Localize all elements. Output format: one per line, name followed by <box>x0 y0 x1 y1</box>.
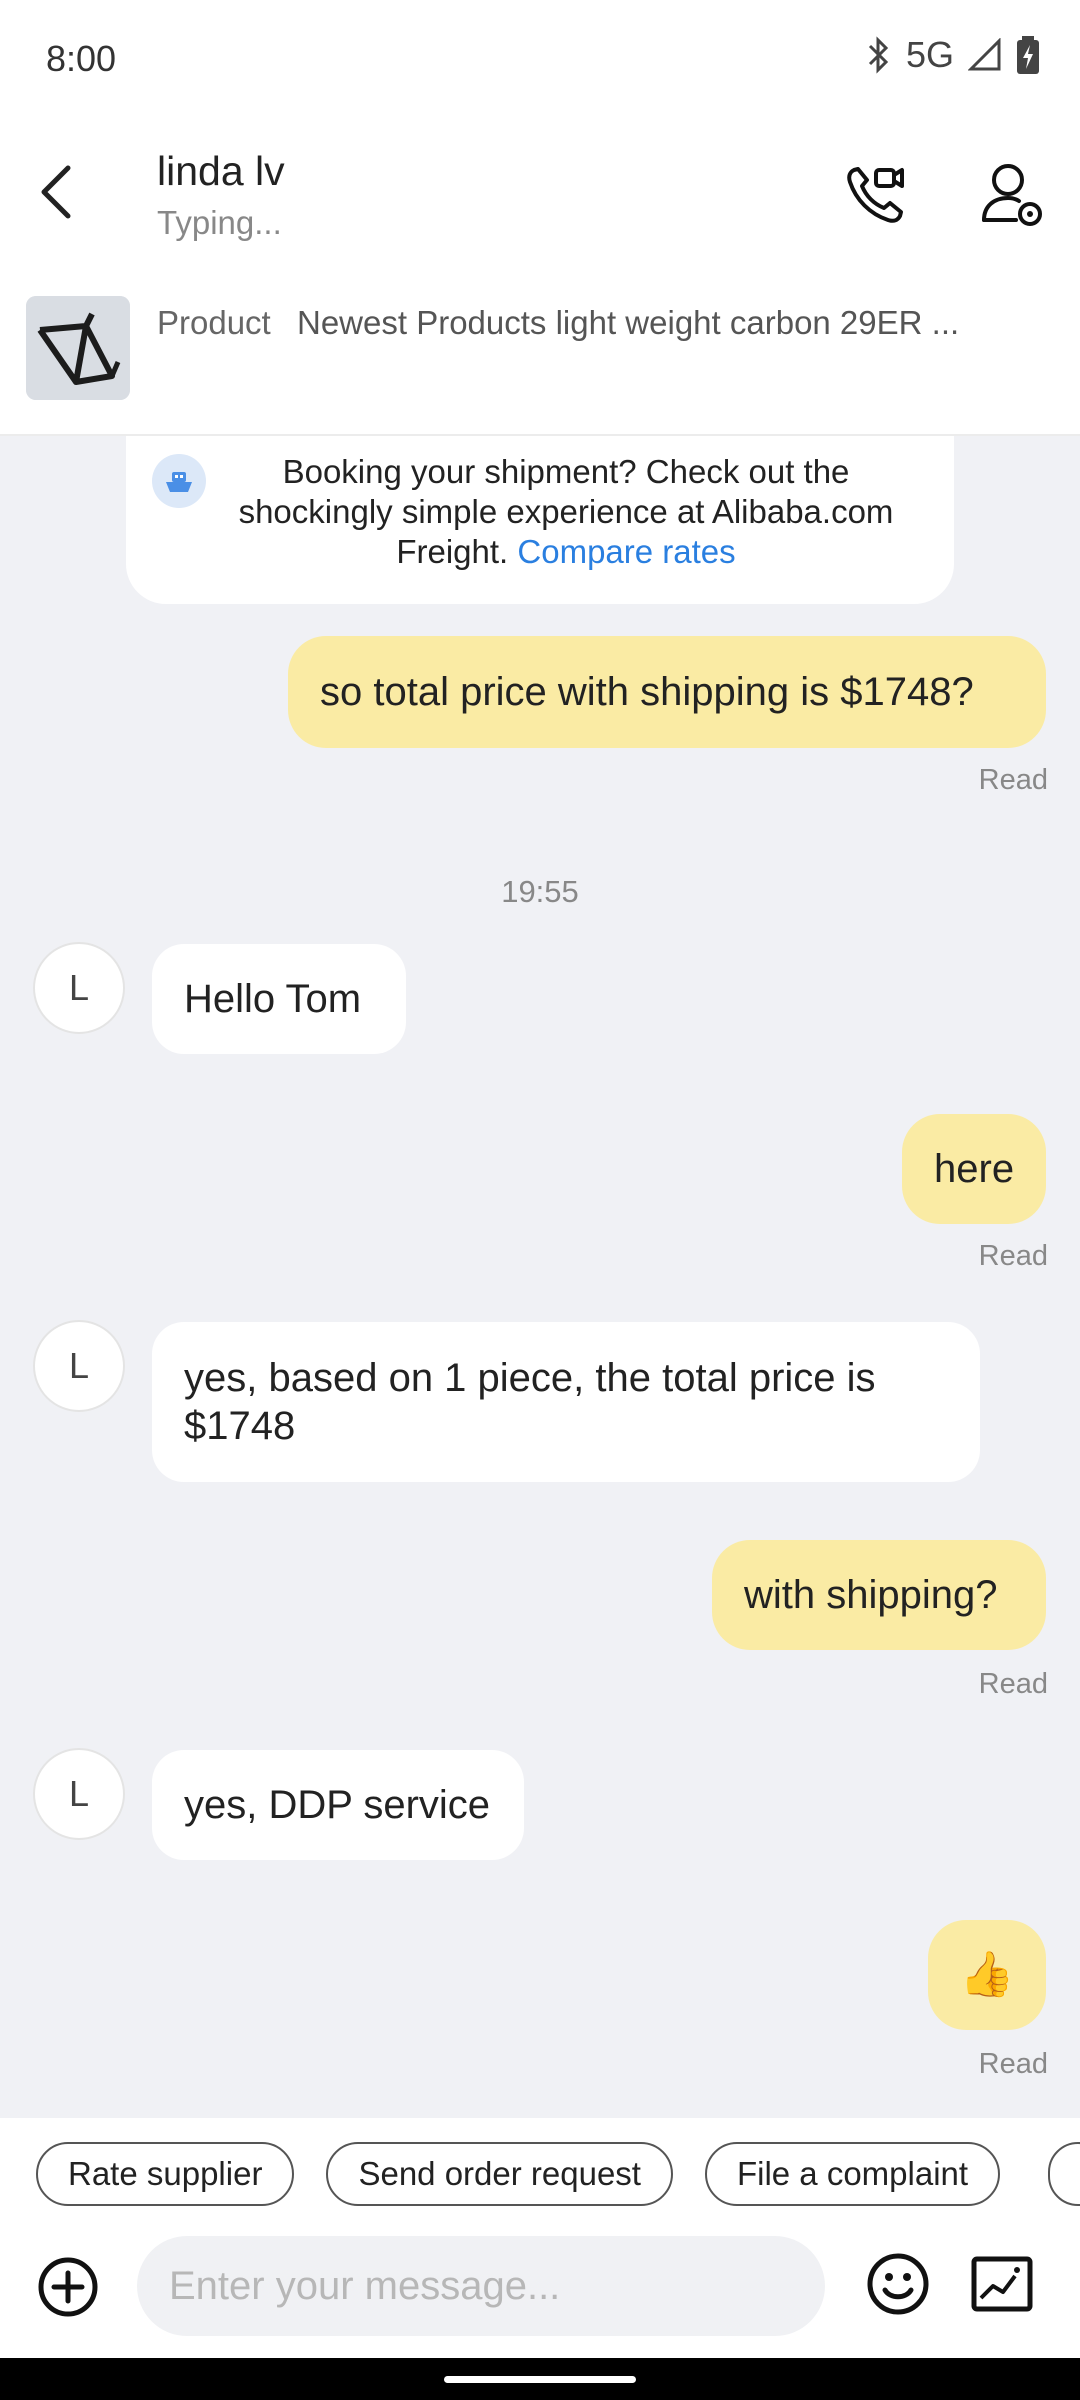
incoming-message[interactable]: yes, DDP service <box>152 1750 524 1860</box>
message-input[interactable] <box>137 2236 825 2336</box>
outgoing-message[interactable]: with shipping? <box>712 1540 1046 1650</box>
contact-status: Typing... <box>157 204 282 241</box>
image-button[interactable] <box>964 2248 1040 2320</box>
bike-frame-image <box>26 296 130 400</box>
contact-name[interactable]: linda lv <box>157 148 285 195</box>
incoming-message[interactable]: Hello Tom <box>152 944 406 1054</box>
message-text: with shipping? <box>744 1573 998 1617</box>
quick-actions: Rate supplier Send order request File a … <box>36 2142 1001 2206</box>
compare-rates-link[interactable]: Compare rates <box>517 533 735 570</box>
freight-promo-card: Booking your shipment? Check out the sho… <box>126 436 954 604</box>
back-arrow-icon <box>41 165 71 219</box>
read-receipt: Read <box>978 1240 1048 1272</box>
incoming-message[interactable]: yes, based on 1 piece, the total price i… <box>152 1322 980 1482</box>
battery-icon <box>1017 36 1039 74</box>
status-icons: 5G <box>866 34 1040 76</box>
ship-icon <box>152 454 206 508</box>
video-call-button[interactable] <box>836 154 916 234</box>
chat-screen: 8:00 5G linda lv Typing... Product Newes… <box>0 0 1080 2400</box>
bluetooth-icon <box>868 36 889 74</box>
message-text: here <box>934 1147 1015 1191</box>
outgoing-message[interactable]: here <box>902 1114 1046 1224</box>
sender-avatar[interactable]: L <box>33 1320 125 1412</box>
message-timestamp: 19:55 <box>501 874 579 909</box>
back-button[interactable] <box>24 160 88 224</box>
thumbs-up-emoji: 👍 <box>959 1950 1015 1999</box>
sender-avatar[interactable]: L <box>33 942 125 1034</box>
message-text: yes, based on 1 piece, the total price i… <box>184 1356 876 1448</box>
smiley-icon <box>867 2253 929 2315</box>
chat-header: linda lv Typing... <box>0 118 1080 268</box>
message-text: yes, DDP service <box>184 1783 491 1827</box>
emoji-button[interactable] <box>862 2248 934 2320</box>
product-bar[interactable]: Product Newest Products light weight car… <box>0 268 1080 436</box>
freight-promo-text: Booking your shipment? Check out the sho… <box>226 452 906 572</box>
file-complaint-chip[interactable]: File a complaint <box>704 2142 1001 2206</box>
product-label: Product <box>157 304 271 341</box>
sender-avatar[interactable]: L <box>33 1748 125 1840</box>
status-bar: 8:00 5G <box>0 0 1080 118</box>
read-receipt: Read <box>978 1668 1048 1700</box>
signal-icon <box>968 38 1001 71</box>
system-nav-bar <box>0 2358 1080 2400</box>
composer-area: Rate supplier Send order request File a … <box>0 2118 1080 2358</box>
product-title[interactable]: Newest Products light weight carbon 29ER… <box>297 304 987 342</box>
more-quick-action-chip[interactable] <box>1048 2142 1080 2206</box>
product-thumbnail[interactable] <box>26 296 130 400</box>
message-text: so total price with shipping is $1748? <box>320 670 974 714</box>
read-receipt: Read <box>978 2048 1048 2080</box>
image-icon <box>971 2256 1033 2312</box>
contact-profile-button[interactable] <box>972 154 1052 234</box>
message-text: Hello Tom <box>184 977 362 1021</box>
attach-button[interactable] <box>36 2255 100 2319</box>
send-order-request-chip[interactable]: Send order request <box>326 2142 673 2206</box>
plus-circle-icon <box>38 2257 98 2317</box>
read-receipt: Read <box>978 764 1048 796</box>
phone-video-icon <box>847 167 904 223</box>
home-gesture-handle[interactable] <box>444 2376 636 2383</box>
status-time: 8:00 <box>46 38 117 79</box>
rate-supplier-chip[interactable]: Rate supplier <box>36 2142 295 2206</box>
outgoing-message[interactable]: 👍 <box>928 1920 1046 2030</box>
user-settings-icon <box>982 164 1042 226</box>
network-type: 5G <box>905 34 954 75</box>
outgoing-message[interactable]: so total price with shipping is $1748? <box>288 636 1046 748</box>
message-list[interactable]: Booking your shipment? Check out the sho… <box>0 436 1080 2118</box>
